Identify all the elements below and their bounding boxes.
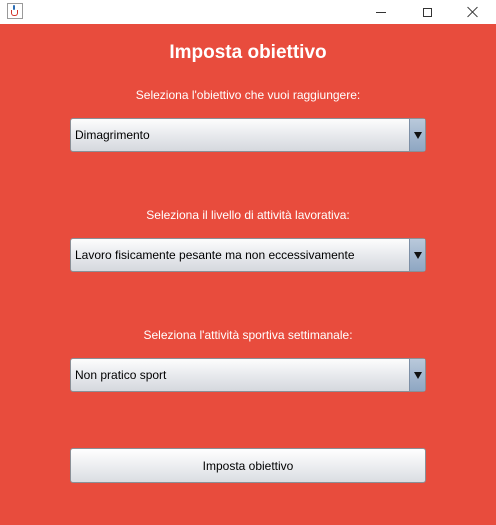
minimize-icon <box>376 11 386 13</box>
maximize-icon <box>422 7 432 17</box>
sport-activity-select-arrow[interactable] <box>409 359 425 391</box>
app-window: Imposta obiettivo Seleziona l'obiettivo … <box>0 0 496 525</box>
java-cup-icon <box>7 3 23 19</box>
goal-select-value: Dimagrimento <box>75 128 150 142</box>
sport-activity-select[interactable]: Non pratico sport <box>70 358 426 392</box>
chevron-down-icon <box>413 371 422 379</box>
chevron-down-icon <box>413 131 422 139</box>
chevron-down-icon <box>413 251 422 259</box>
page-title: Imposta obiettivo <box>169 42 327 63</box>
work-activity-label: Seleziona il livello di attività lavorat… <box>146 208 350 222</box>
title-bar <box>0 0 496 24</box>
goal-select[interactable]: Dimagrimento <box>70 118 426 152</box>
form-panel: Imposta obiettivo Seleziona l'obiettivo … <box>0 24 496 525</box>
sport-activity-label: Seleziona l'attività sportiva settimanal… <box>143 328 353 342</box>
work-activity-select[interactable]: Lavoro fisicamente pesante ma non eccess… <box>70 238 426 272</box>
close-icon <box>467 6 479 18</box>
close-button[interactable] <box>450 0 496 24</box>
goal-label: Seleziona l'obiettivo che vuoi raggiunge… <box>135 88 361 102</box>
maximize-button[interactable] <box>404 0 450 24</box>
set-goal-button[interactable]: Imposta obiettivo <box>70 448 426 483</box>
work-activity-select-value: Lavoro fisicamente pesante ma non eccess… <box>75 248 355 262</box>
sport-activity-select-value: Non pratico sport <box>75 368 167 382</box>
work-activity-select-arrow[interactable] <box>409 239 425 271</box>
goal-select-arrow[interactable] <box>409 119 425 151</box>
minimize-button[interactable] <box>358 0 404 24</box>
